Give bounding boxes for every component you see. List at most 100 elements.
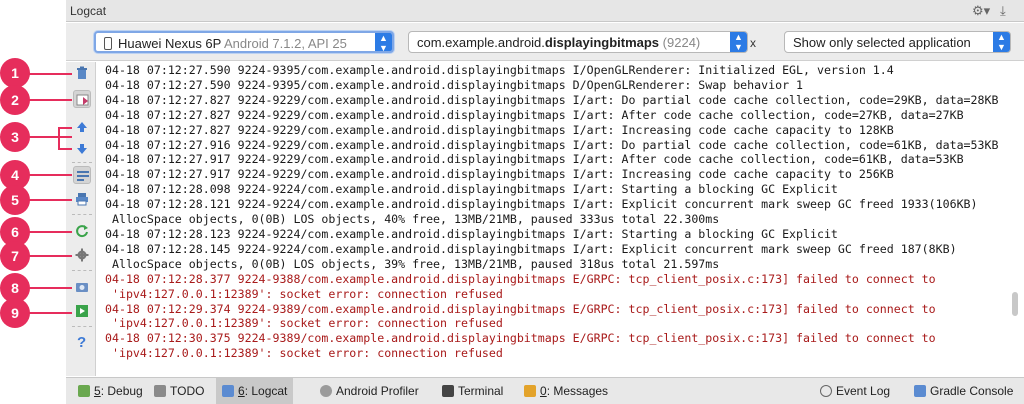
print-icon <box>76 193 88 206</box>
trash-icon <box>77 66 87 79</box>
hide-panel-icon[interactable]: ⤓ <box>1000 3 1006 19</box>
tab-event-log-label: Event Log <box>836 384 891 398</box>
tab-messages-label: : Messages <box>546 384 609 398</box>
event-log-icon <box>820 385 832 397</box>
profiler-icon <box>320 385 332 397</box>
logcat-toolbar: Huawei Nexus 6P Android 7.1.2, API 25 ▲ ▼… <box>66 23 1024 61</box>
toolbar-separator <box>72 162 92 163</box>
toolbar-separator <box>72 214 92 215</box>
log-line: 04-18 07:12:29.374 9224-9389/com.example… <box>105 301 936 316</box>
settings-button[interactable] <box>73 246 91 264</box>
log-line: 04-18 07:12:27.917 9224-9229/com.example… <box>105 152 964 167</box>
debug-icon <box>78 385 90 397</box>
soft-wraps-icon <box>77 171 89 181</box>
chevron-updown-icon: ▲ ▼ <box>375 33 392 51</box>
clear-logcat-button[interactable] <box>73 64 91 82</box>
soft-wraps-button[interactable] <box>73 166 91 184</box>
log-line: 'ipv4:127.0.0.1:12389': socket error: co… <box>105 346 503 361</box>
up-button[interactable] <box>73 118 91 136</box>
logcat-side-toolbar <box>66 62 96 376</box>
callout-leader <box>26 312 72 314</box>
logcat-title-bar: Logcat ⚙▾ ⤓ <box>66 0 1024 22</box>
tab-android-profiler[interactable]: Android Profiler <box>314 378 425 404</box>
down-button[interactable] <box>73 140 91 158</box>
log-line: 04-18 07:12:27.590 9224-9395/com.example… <box>105 77 804 92</box>
tab-event-log[interactable]: Event Log <box>814 378 896 404</box>
screen-record-icon <box>76 305 88 317</box>
log-line: 04-18 07:12:28.123 9224-9224/com.example… <box>105 226 838 241</box>
todo-icon <box>154 385 166 397</box>
tab-gradle-console-label: Gradle Console <box>930 384 1014 398</box>
window-title: Logcat <box>70 4 107 18</box>
log-line: 04-18 07:12:30.375 9224-9389/com.example… <box>105 331 936 346</box>
log-line: 04-18 07:12:27.827 9224-9229/com.example… <box>105 92 999 107</box>
gradle-console-icon <box>914 385 926 397</box>
process-pid: (9224) <box>662 35 701 50</box>
device-selector[interactable]: Huawei Nexus 6P Android 7.1.2, API 25 ▲ ▼ <box>94 31 394 53</box>
tab-debug-label: : Debug <box>100 384 143 398</box>
toolbar-separator <box>72 270 92 271</box>
log-line: 04-18 07:12:28.145 9224-9224/com.example… <box>105 241 957 256</box>
toolbar-separator <box>72 326 92 327</box>
callout-leader <box>26 255 72 257</box>
scroll-to-end-icon <box>76 94 89 106</box>
up-arrow-icon <box>77 122 87 132</box>
regex-label-fragment: x <box>750 36 756 50</box>
tab-debug-key: 5 <box>94 384 101 398</box>
log-line: 04-18 07:12:27.917 9224-9229/com.example… <box>105 167 894 182</box>
callout-leader <box>26 231 72 233</box>
screen-capture-icon <box>76 283 88 292</box>
logcat-icon <box>222 385 234 397</box>
tab-terminal[interactable]: Terminal <box>436 378 509 404</box>
chevron-updown-icon: ▲ ▼ <box>730 32 747 52</box>
phone-icon <box>104 37 112 50</box>
tab-todo-label: TODO <box>170 384 205 398</box>
tab-profiler-label: Android Profiler <box>336 384 419 398</box>
tool-window-bar: 5: Debug TODO 6: Logcat Android Profiler… <box>66 377 1024 404</box>
settings-icon <box>75 248 89 262</box>
tab-logcat[interactable]: 6: Logcat <box>216 378 294 404</box>
tab-gradle-console[interactable]: Gradle Console <box>908 378 1019 404</box>
tab-messages[interactable]: 0: Messages <box>518 378 614 404</box>
device-detail: Android 7.1.2, API 25 <box>224 36 347 51</box>
tab-debug[interactable]: 5: Debug <box>72 378 149 404</box>
callout-2: 2 <box>0 85 30 115</box>
filter-selected: Show only selected application <box>793 35 971 50</box>
callout-leader <box>26 136 72 138</box>
log-line: 04-18 07:12:27.590 9224-9395/com.example… <box>105 63 894 77</box>
log-line: 04-18 07:12:28.377 9224-9388/com.example… <box>105 271 936 286</box>
log-line: 04-18 07:12:28.121 9224-9224/com.example… <box>105 197 978 212</box>
process-selector[interactable]: com.example.android.displayingbitmaps (9… <box>408 31 748 53</box>
tab-messages-key: 0 <box>540 384 547 398</box>
callout-7: 7 <box>0 241 30 271</box>
screen-capture-button[interactable] <box>73 278 91 296</box>
process-name: displayingbitmaps <box>544 35 660 50</box>
print-button[interactable] <box>73 190 91 208</box>
log-line: 04-18 07:12:27.827 9224-9229/com.example… <box>105 122 894 137</box>
filter-selector[interactable]: Show only selected application ▲ ▼ <box>784 31 1011 53</box>
log-scrollbar[interactable] <box>1012 292 1018 316</box>
callout-9: 9 <box>0 298 30 328</box>
restart-icon <box>76 225 88 238</box>
callout-bracket <box>58 127 72 129</box>
down-arrow-icon <box>77 144 87 154</box>
gear-icon[interactable]: ⚙▾ <box>972 3 990 19</box>
scroll-to-end-button[interactable] <box>73 90 91 108</box>
tab-terminal-label: Terminal <box>458 384 504 398</box>
process-prefix: com.example.android. <box>417 35 545 50</box>
tab-todo[interactable]: TODO <box>148 378 210 404</box>
callout-1: 1 <box>0 58 30 88</box>
messages-icon <box>524 385 536 397</box>
callout-leader <box>26 99 72 101</box>
logcat-output[interactable]: 04-18 07:12:27.590 9224-9395/com.example… <box>97 62 1010 366</box>
restart-button[interactable] <box>73 222 91 240</box>
callout-leader <box>26 73 72 75</box>
log-line: AllocSpace objects, 0(0B) LOS objects, 3… <box>105 256 720 271</box>
device-name: Huawei Nexus 6P <box>118 36 222 51</box>
help-button[interactable]: ? <box>73 334 91 352</box>
screen-record-button[interactable] <box>73 302 91 320</box>
callout-bracket <box>58 148 72 150</box>
callout-leader <box>26 287 72 289</box>
log-line: 04-18 07:12:28.098 9224-9224/com.example… <box>105 182 838 197</box>
callout-3: 3 <box>0 122 30 152</box>
